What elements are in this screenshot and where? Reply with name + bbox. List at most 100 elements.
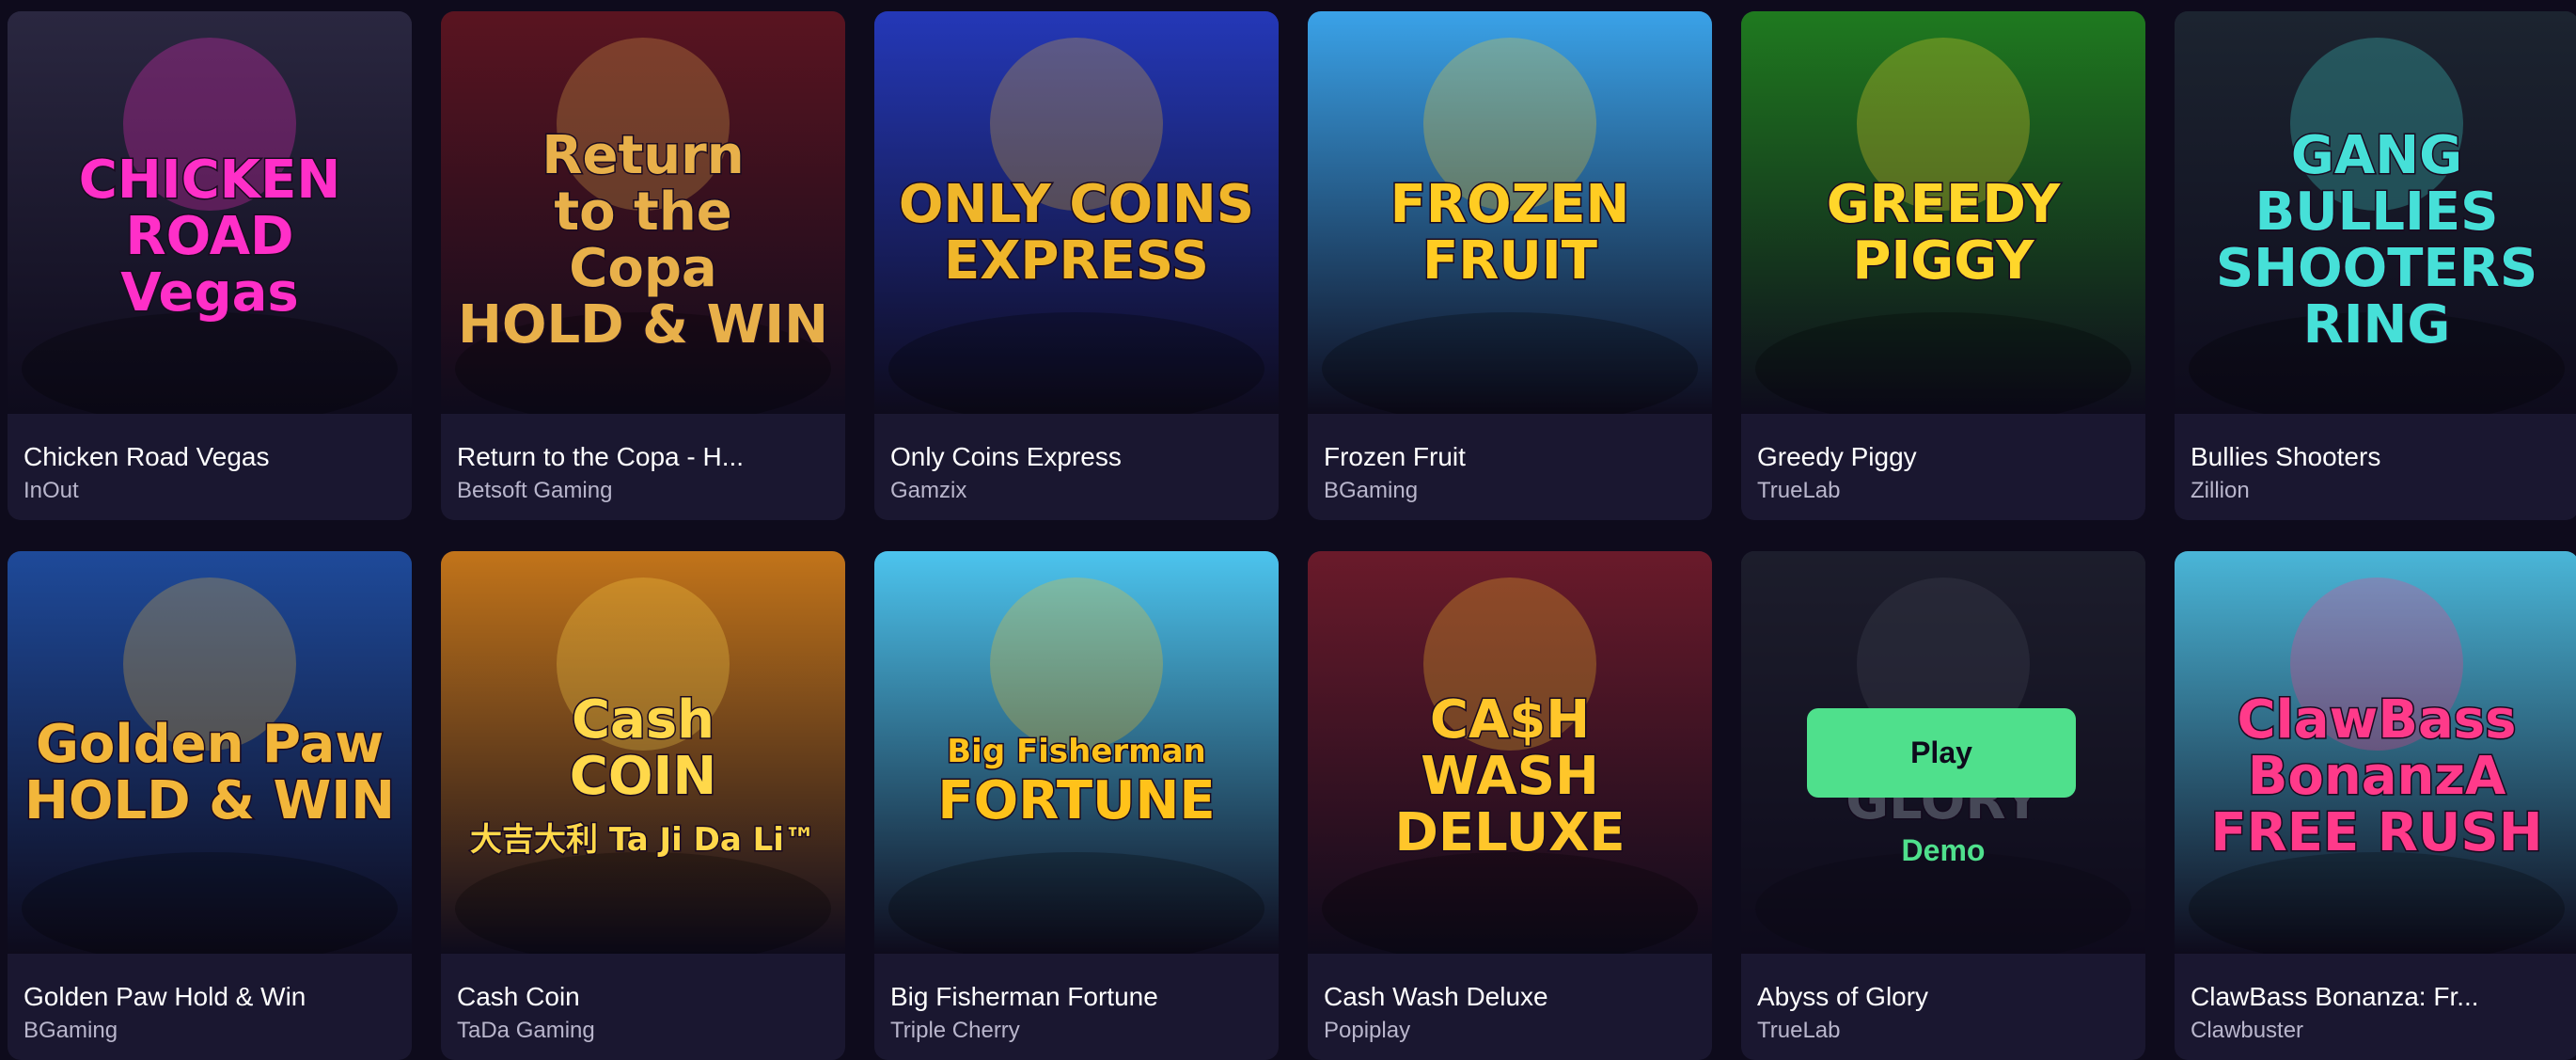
game-thumbnail[interactable]: ONLY COINS EXPRESS — [874, 11, 1279, 414]
game-title: Chicken Road Vegas — [24, 442, 270, 471]
artwork-text: FREE RUSH — [2210, 802, 2542, 863]
return-to-the-copa-artwork: Returnto theCopaHOLD & WIN — [441, 11, 845, 414]
game-provider: BGaming — [24, 1018, 118, 1043]
greedy-piggy-artwork: GREEDYPIGGY — [1741, 11, 2145, 414]
game-card[interactable]: GANG BULLIES SHOOTERS RING Bullies Shooters Z… — [2175, 11, 2576, 520]
game-title: Only Coins Express — [890, 442, 1122, 471]
game-thumbnail[interactable]: GREEDY PIGGY — [1741, 11, 2145, 414]
hover-overlay: Play Demo — [1741, 551, 2145, 954]
game-info: Cash Wash Deluxe Popiplay — [1308, 954, 1712, 1060]
big-fisherman-fortune-artwork: Big FishermanFORTUNE — [874, 551, 1279, 954]
artwork-text: HOLD & WIN — [458, 294, 828, 356]
game-provider: BGaming — [1324, 478, 1419, 503]
demo-link[interactable]: Demo — [1741, 833, 2145, 868]
bullies-shooters-artwork: GANGBULLIESSHOOTERSRING — [2175, 11, 2576, 414]
artwork-text: Copa — [569, 238, 716, 299]
game-info: Cash Coin TaDa Gaming — [441, 954, 845, 1060]
game-provider: Gamzix — [890, 478, 967, 503]
game-thumbnail[interactable]: ClawBass BonanzA FREE RUSH — [2175, 551, 2576, 954]
game-thumbnail[interactable]: GANG BULLIES SHOOTERS RING — [2175, 11, 2576, 414]
game-info: Return to the Copa - H... Betsoft Gaming — [441, 414, 845, 520]
game-card[interactable]: Golden Paw HOLD & WIN Golden Paw Hold & Wi… — [8, 551, 412, 1060]
artwork-text: ONLY COINS — [899, 174, 1254, 235]
artwork-text: CHICKEN — [79, 150, 340, 211]
frozen-fruit-artwork: FROZENFRUIT — [1308, 11, 1712, 414]
game-info: Frozen Fruit BGaming — [1308, 414, 1712, 520]
game-info: ClawBass Bonanza: Fr... Clawbuster — [2175, 954, 2576, 1060]
game-info: Only Coins Express Gamzix — [874, 414, 1279, 520]
game-thumbnail[interactable]: ABYSSGLORYPlayDemo — [1741, 551, 2145, 954]
artwork-text: Cash — [572, 689, 715, 751]
game-thumbnail[interactable]: CA$H WASH DELUXE — [1308, 551, 1712, 954]
game-title: Greedy Piggy — [1757, 442, 1917, 471]
artwork-text: SHOOTERS — [2216, 238, 2537, 299]
game-card[interactable]: Return to the Copa HOLD & WIN Return to the … — [441, 11, 845, 520]
game-info: Bullies Shooters Zillion — [2175, 414, 2576, 520]
game-title: Abyss of Glory — [1757, 982, 1929, 1011]
game-title: Golden Paw Hold & Win — [24, 982, 306, 1011]
game-thumbnail[interactable]: Return to the Copa HOLD & WIN — [441, 11, 845, 414]
game-card[interactable]: CA$H WASH DELUXE Cash Wash Deluxe Popiplay — [1308, 551, 1712, 1060]
artwork-text: CA$H — [1430, 689, 1590, 751]
play-button[interactable]: Play — [1807, 708, 2076, 798]
game-thumbnail[interactable]: Golden Paw HOLD & WIN — [8, 551, 412, 954]
artwork-text: DELUXE — [1394, 802, 1625, 863]
artwork-text: COIN — [570, 746, 716, 807]
golden-paw-artwork: Golden PawHOLD & WIN — [8, 551, 412, 954]
artwork-text: BULLIES — [2255, 182, 2499, 243]
game-title: ClawBass Bonanza: Fr... — [2191, 982, 2479, 1011]
games-grid: CHICKEN ROAD Vegas Chicken Road Vegas InOut R… — [0, 0, 2576, 1060]
artwork-text: ClawBass — [2238, 689, 2517, 751]
game-card[interactable]: Cash COIN 大吉大利 Ta Ji Da Li™ Cash Coin TaDa G… — [441, 551, 845, 1060]
game-provider: TrueLab — [1757, 1018, 1841, 1043]
artwork-text: to the — [554, 182, 731, 243]
game-thumbnail[interactable]: FROZEN FRUIT — [1308, 11, 1712, 414]
game-card[interactable]: GREEDY PIGGY Greedy Piggy TrueLab — [1741, 11, 2145, 520]
clawbass-bonanza-artwork: ClawBassBonanzAFREE RUSH — [2175, 551, 2576, 954]
game-info: Abyss of Glory TrueLab — [1741, 954, 2145, 1060]
game-title: Cash Wash Deluxe — [1324, 982, 1548, 1011]
game-thumbnail[interactable]: CHICKEN ROAD Vegas — [8, 11, 412, 414]
game-info: Big Fisherman Fortune Triple Cherry — [874, 954, 1279, 1060]
artwork-text: GREEDY — [1827, 174, 2062, 235]
game-title: Big Fisherman Fortune — [890, 982, 1158, 1011]
artwork-text: RING — [2303, 294, 2451, 356]
game-provider: InOut — [24, 478, 79, 503]
game-card[interactable]: ABYSSGLORYPlayDemoAbyss of GloryTrueLab — [1741, 551, 2145, 1060]
artwork-text: 大吉大利 Ta Ji Da Li™ — [470, 821, 816, 859]
game-provider: TaDa Gaming — [457, 1018, 595, 1043]
game-title: Frozen Fruit — [1324, 442, 1466, 471]
artwork-text: WASH — [1421, 746, 1599, 807]
game-card[interactable]: CHICKEN ROAD Vegas Chicken Road Vegas InOut — [8, 11, 412, 520]
chicken-road-vegas-artwork: CHICKENROADVegas — [8, 11, 412, 414]
game-provider: Popiplay — [1324, 1018, 1411, 1043]
artwork-text: Big Fisherman — [947, 733, 1205, 770]
artwork-text: GANG — [2291, 125, 2462, 186]
artwork-text: FROZEN — [1390, 174, 1630, 235]
artwork-text: Return — [542, 125, 744, 186]
game-title: Cash Coin — [457, 982, 580, 1011]
game-provider: TrueLab — [1757, 478, 1841, 503]
game-provider: Betsoft Gaming — [457, 478, 613, 503]
game-card[interactable]: FROZEN FRUIT Frozen Fruit BGaming — [1308, 11, 1712, 520]
cash-coin-artwork: CashCOIN 大吉大利 Ta Ji Da Li™ — [441, 551, 845, 954]
artwork-text: Golden Paw — [36, 714, 384, 775]
game-provider: Zillion — [2191, 478, 2250, 503]
game-provider: Clawbuster — [2191, 1018, 2304, 1043]
artwork-text: FRUIT — [1422, 230, 1597, 292]
game-card[interactable]: ClawBass BonanzA FREE RUSH ClawBass Bonanza… — [2175, 551, 2576, 1060]
only-coins-express-artwork: ONLY COINSEXPRESS — [874, 11, 1279, 414]
game-provider: Triple Cherry — [890, 1018, 1020, 1043]
artwork-text: Vegas — [120, 262, 298, 324]
artwork-text: FORTUNE — [937, 770, 1215, 831]
game-card[interactable]: Big Fisherman FORTUNE Big Fisherman Fortun… — [874, 551, 1279, 1060]
game-info: Chicken Road Vegas InOut — [8, 414, 412, 520]
game-info: Greedy Piggy TrueLab — [1741, 414, 2145, 520]
game-title: Bullies Shooters — [2191, 442, 2381, 471]
game-title: Return to the Copa - H... — [457, 442, 745, 471]
game-info: Golden Paw Hold & Win BGaming — [8, 954, 412, 1060]
artwork-text: EXPRESS — [944, 230, 1209, 292]
game-thumbnail[interactable]: Big Fisherman FORTUNE — [874, 551, 1279, 954]
game-thumbnail[interactable]: Cash COIN 大吉大利 Ta Ji Da Li™ — [441, 551, 845, 954]
game-card[interactable]: ONLY COINS EXPRESS Only Coins Express Gamzi… — [874, 11, 1279, 520]
